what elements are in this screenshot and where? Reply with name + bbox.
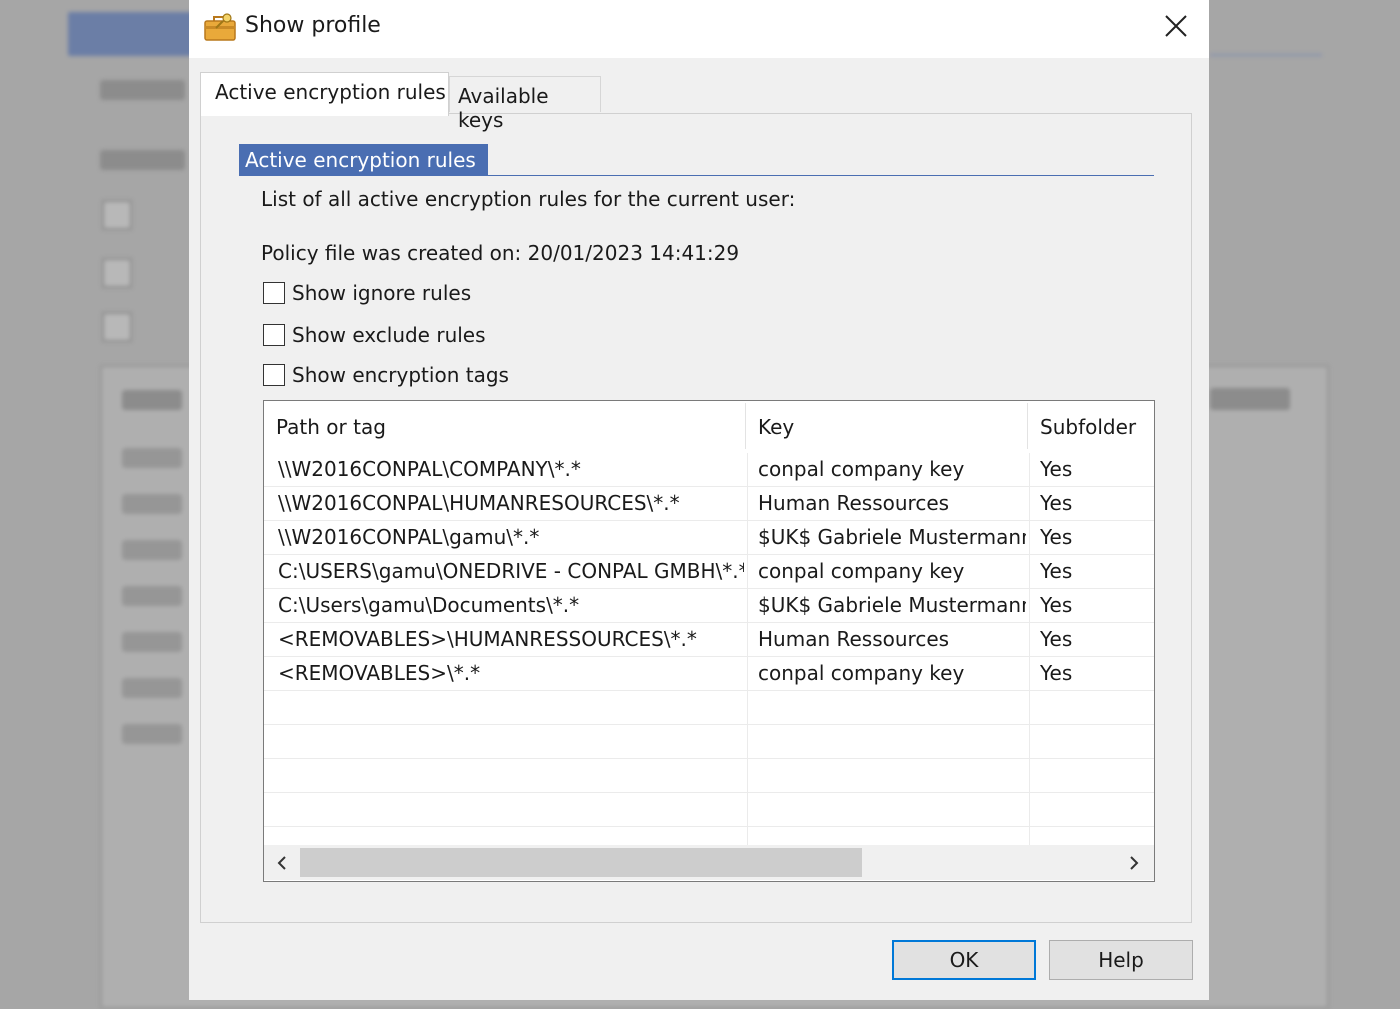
cell-subfolder: Yes	[1040, 661, 1073, 685]
cell-subfolder: Yes	[1040, 491, 1073, 515]
background-cell	[122, 632, 182, 652]
cell-subfolder: Yes	[1040, 525, 1073, 549]
checkbox-label: Show exclude rules	[292, 323, 486, 347]
rules-description: List of all active encryption rules for …	[261, 187, 796, 211]
checkbox-box[interactable]	[263, 324, 285, 346]
show-encryption-tags-checkbox[interactable]: Show encryption tags	[263, 361, 509, 389]
background-text	[100, 150, 185, 170]
column-header-key[interactable]: Key	[746, 401, 1027, 453]
cell-key: Human Ressources	[758, 491, 950, 515]
rules-list-view[interactable]: Path or tag Key Subfolder \\W2016CONPAL\…	[263, 400, 1155, 882]
background-text	[100, 80, 185, 100]
group-header: Active encryption rules	[239, 144, 488, 176]
table-row[interactable]: <REMOVABLES>\*.* conpal company key Yes	[264, 657, 1154, 691]
background-cell	[122, 678, 182, 698]
dialog-title: Show profile	[245, 13, 381, 38]
cell-subfolder: Yes	[1040, 593, 1073, 617]
cell-key: conpal company key	[758, 559, 965, 583]
close-button[interactable]	[1157, 10, 1195, 44]
column-header-subfolder[interactable]: Subfolder	[1028, 401, 1154, 453]
checkbox-label: Show encryption tags	[292, 363, 509, 387]
cell-key: $UK$ Gabriele Mustermann	[758, 593, 1026, 617]
checkbox-box[interactable]	[263, 364, 285, 386]
scroll-right-button[interactable]	[1122, 851, 1146, 875]
chevron-left-icon	[277, 856, 286, 870]
show-ignore-rules-checkbox[interactable]: Show ignore rules	[263, 279, 471, 307]
background-checkbox	[102, 258, 132, 288]
close-icon	[1165, 15, 1187, 37]
group-header-line	[239, 175, 1154, 176]
checkbox-label: Show ignore rules	[292, 281, 472, 305]
policy-created-info: Policy file was created on: 20/01/2023 1…	[261, 241, 740, 265]
background-header	[1210, 388, 1290, 410]
empty-row	[264, 793, 1154, 827]
table-row[interactable]: \\W2016CONPAL\HUMANRESOURCES\*.* Human R…	[264, 487, 1154, 521]
background-cell	[122, 494, 182, 514]
scroll-left-button[interactable]	[270, 851, 294, 875]
background-cell	[122, 448, 182, 468]
table-row[interactable]: C:\USERS\gamu\ONEDRIVE - CONPAL GMBH\*.*…	[264, 555, 1154, 589]
cell-key: $UK$ Gabriele Mustermann	[758, 525, 1026, 549]
horizontal-scrollbar[interactable]	[264, 845, 1154, 880]
cell-path: \\W2016CONPAL\COMPANY\*.*	[278, 457, 581, 481]
background-cell	[122, 724, 182, 744]
background-checkbox	[102, 312, 132, 342]
cell-path: C:\USERS\gamu\ONEDRIVE - CONPAL GMBH\*.*	[278, 559, 744, 583]
table-row[interactable]: <REMOVABLES>\HUMANRESSOURCES\*.* Human R…	[264, 623, 1154, 657]
title-bar: Show profile	[189, 0, 1209, 58]
empty-row	[264, 691, 1154, 725]
cell-path: \\W2016CONPAL\HUMANRESOURCES\*.*	[278, 491, 680, 515]
cell-subfolder: Yes	[1040, 457, 1073, 481]
empty-row	[264, 759, 1154, 793]
background-divider	[1210, 54, 1322, 56]
cell-path: <REMOVABLES>\*.*	[278, 661, 481, 685]
table-row[interactable]: \\W2016CONPAL\gamu\*.* $UK$ Gabriele Mus…	[264, 521, 1154, 555]
cell-subfolder: Yes	[1040, 627, 1073, 651]
table-row[interactable]: C:\Users\gamu\Documents\*.* $UK$ Gabriel…	[264, 589, 1154, 623]
help-button[interactable]: Help	[1049, 940, 1193, 980]
briefcase-key-icon	[203, 12, 237, 42]
chevron-right-icon	[1130, 856, 1139, 870]
background-text	[122, 390, 182, 410]
cell-path: \\W2016CONPAL\gamu\*.*	[278, 525, 540, 549]
background-cell	[122, 586, 182, 606]
empty-row	[264, 725, 1154, 759]
column-header-path[interactable]: Path or tag	[264, 401, 745, 453]
show-profile-dialog: Show profile Available keys Active encry…	[189, 0, 1209, 1000]
ok-button[interactable]: OK	[892, 940, 1036, 980]
cell-key: conpal company key	[758, 457, 965, 481]
cell-path: C:\Users\gamu\Documents\*.*	[278, 593, 580, 617]
cell-key: conpal company key	[758, 661, 965, 685]
cell-key: Human Ressources	[758, 627, 950, 651]
checkbox-box[interactable]	[263, 282, 285, 304]
scrollbar-thumb[interactable]	[300, 848, 862, 877]
cell-path: <REMOVABLES>\HUMANRESSOURCES\*.*	[278, 627, 697, 651]
background-checkbox	[102, 200, 132, 230]
background-cell	[122, 540, 182, 560]
list-header: Path or tag Key Subfolder	[264, 401, 1154, 453]
tab-available-keys[interactable]: Available keys	[449, 76, 601, 132]
show-exclude-rules-checkbox[interactable]: Show exclude rules	[263, 321, 486, 349]
table-row[interactable]: \\W2016CONPAL\COMPANY\*.* conpal company…	[264, 453, 1154, 487]
background-title-chip	[68, 12, 208, 56]
cell-subfolder: Yes	[1040, 559, 1073, 583]
tab-active-encryption-rules[interactable]: Active encryption rules	[200, 72, 449, 116]
